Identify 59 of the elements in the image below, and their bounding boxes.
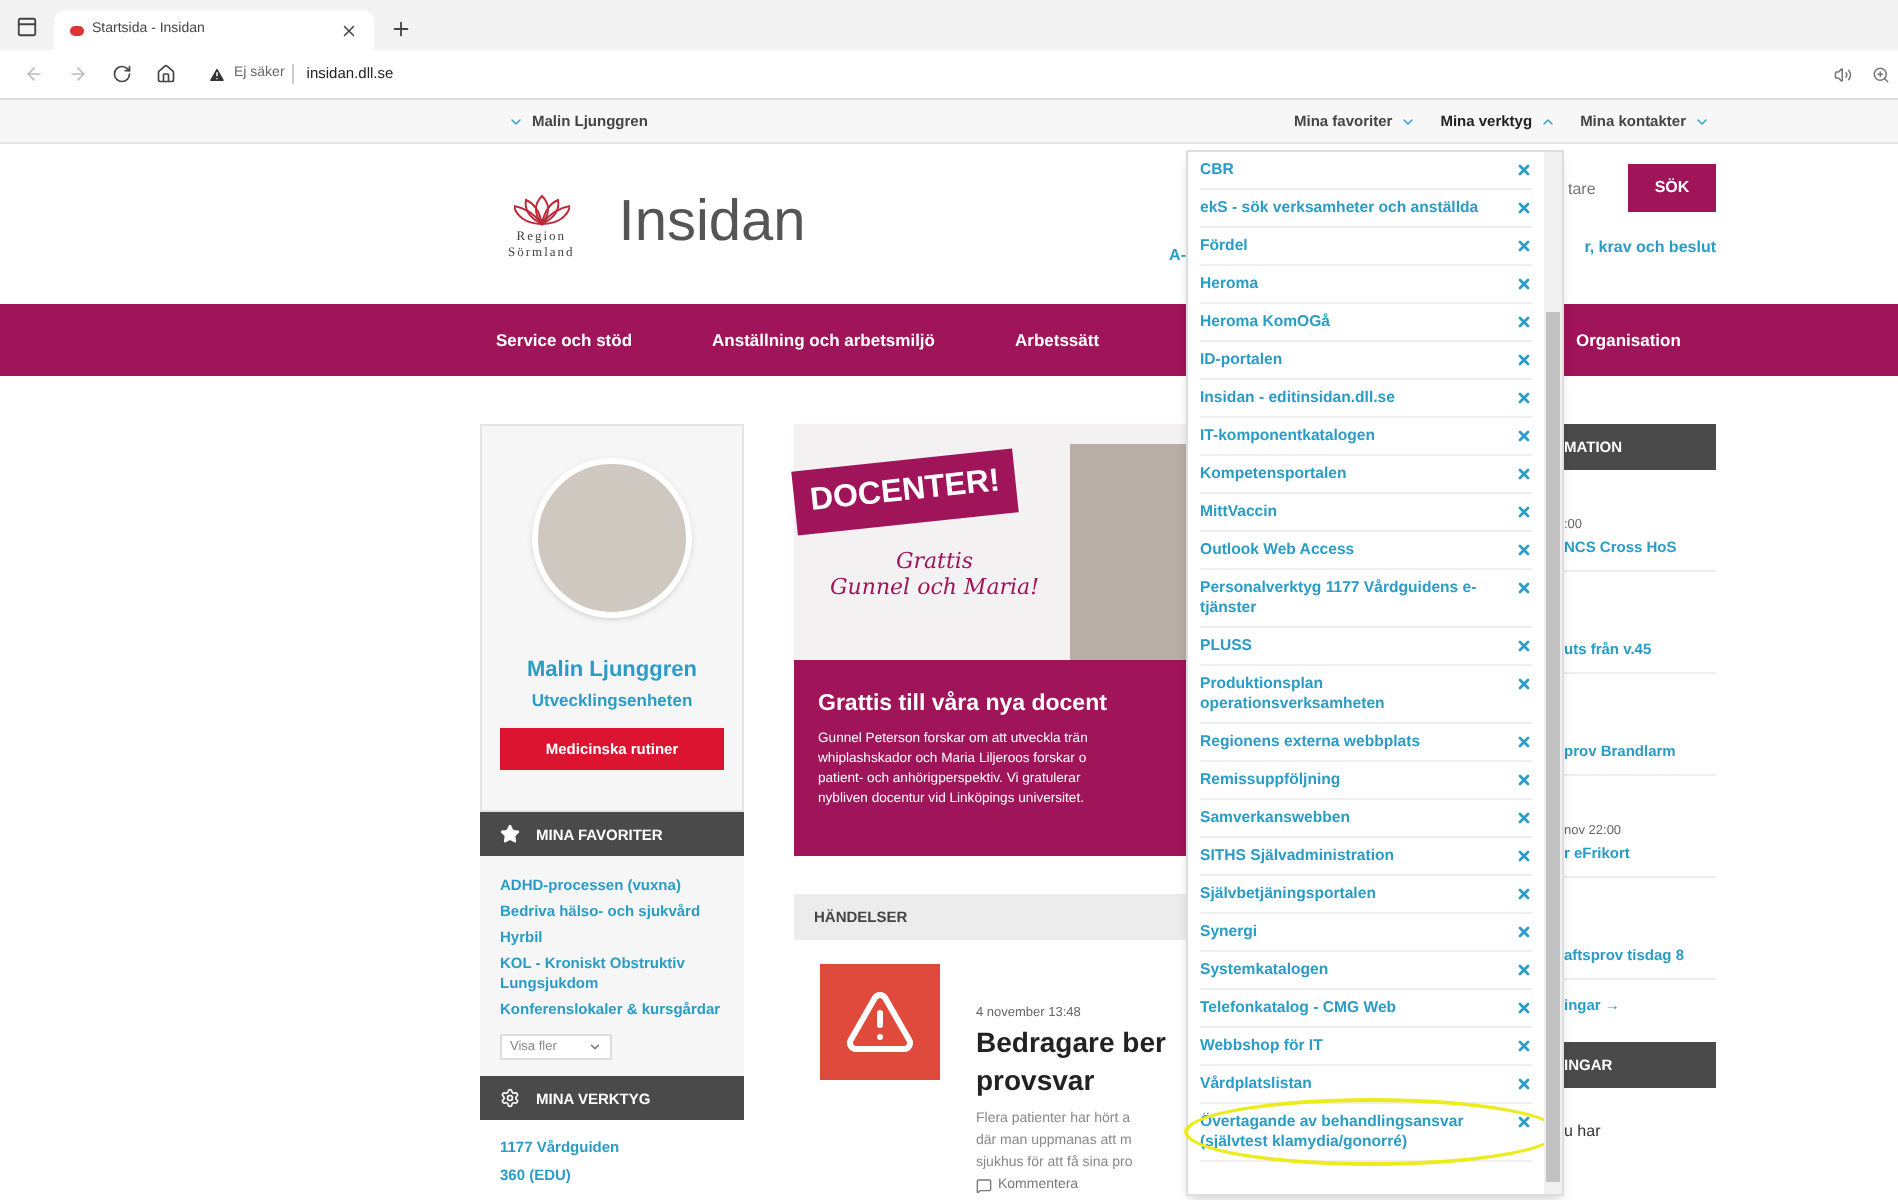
- remove-icon[interactable]: [1516, 1000, 1532, 1016]
- back-icon[interactable]: [24, 64, 44, 84]
- remove-icon[interactable]: [1516, 390, 1532, 406]
- remove-icon[interactable]: [1516, 962, 1532, 978]
- remove-icon[interactable]: [1516, 772, 1532, 788]
- badge-label: DOCENTER!: [791, 448, 1019, 536]
- comment-icon: [976, 1178, 992, 1194]
- remove-icon[interactable]: [1516, 542, 1532, 558]
- forward-icon[interactable]: [68, 64, 88, 84]
- remove-icon[interactable]: [1516, 580, 1532, 596]
- read-aloud-icon[interactable]: [1834, 65, 1852, 83]
- search-button[interactable]: SÖK: [1628, 164, 1716, 212]
- remove-icon[interactable]: [1516, 886, 1532, 902]
- remove-icon[interactable]: [1516, 352, 1532, 368]
- settings-icon: [500, 1088, 520, 1109]
- remove-icon[interactable]: [1516, 428, 1532, 444]
- remove-icon[interactable]: [1516, 314, 1532, 330]
- nav-link[interactable]: Organisation: [1576, 327, 1681, 353]
- scrollbar-track[interactable]: [1544, 152, 1562, 1194]
- nav-link[interactable]: Arbetssätt: [1015, 327, 1100, 353]
- star-icon: [500, 824, 520, 845]
- new-tab-icon[interactable]: [390, 18, 412, 40]
- remove-icon[interactable]: [1516, 1038, 1532, 1054]
- profile-name: Malin Ljunggren: [527, 656, 697, 686]
- nav-link[interactable]: Anställning och arbetsmiljö: [712, 327, 935, 353]
- nav-link[interactable]: Service och stöd: [496, 327, 633, 353]
- remove-icon[interactable]: [1516, 676, 1532, 692]
- remove-icon[interactable]: [1516, 1076, 1532, 1092]
- banner-title: Grattis till våra nya docent: [818, 689, 1109, 720]
- remove-icon[interactable]: [1516, 162, 1532, 178]
- a-o-link[interactable]: A-: [1169, 244, 1186, 268]
- site-title: Insidan: [618, 188, 806, 259]
- remove-icon[interactable]: [1516, 1114, 1532, 1130]
- warning-icon[interactable]: [208, 65, 226, 83]
- warning-icon: [844, 986, 916, 1058]
- close-icon[interactable]: [340, 21, 358, 39]
- tab-actions-icon[interactable]: [16, 16, 38, 38]
- lotus-logo-icon: [513, 194, 570, 226]
- script-text: Grattis Gunnel och Maria!: [830, 548, 1040, 600]
- event-title[interactable]: Bedragare ber provsvar: [976, 1023, 1166, 1100]
- remove-icon[interactable]: [1516, 924, 1532, 940]
- reload-icon[interactable]: [112, 64, 132, 84]
- remove-icon[interactable]: [1516, 810, 1532, 826]
- scrollbar-thumb[interactable]: [1546, 312, 1560, 1182]
- remove-icon[interactable]: [1516, 238, 1532, 254]
- remove-icon[interactable]: [1516, 848, 1532, 864]
- remove-icon[interactable]: [1516, 504, 1532, 520]
- site-favicon: [70, 25, 84, 35]
- remove-icon[interactable]: [1516, 734, 1532, 750]
- home-icon[interactable]: [156, 64, 176, 84]
- rules-link[interactable]: r, krav och beslut: [1584, 236, 1716, 260]
- zoom-icon[interactable]: [1872, 65, 1890, 83]
- remove-icon[interactable]: [1516, 638, 1532, 654]
- remove-icon[interactable]: [1516, 466, 1532, 482]
- chevron-icon: [588, 1040, 602, 1055]
- info-text: u har: [1564, 1120, 1603, 1145]
- profile-department: Utvecklingsenheten: [531, 687, 693, 713]
- remove-icon[interactable]: [1516, 276, 1532, 292]
- remove-icon[interactable]: [1516, 200, 1532, 216]
